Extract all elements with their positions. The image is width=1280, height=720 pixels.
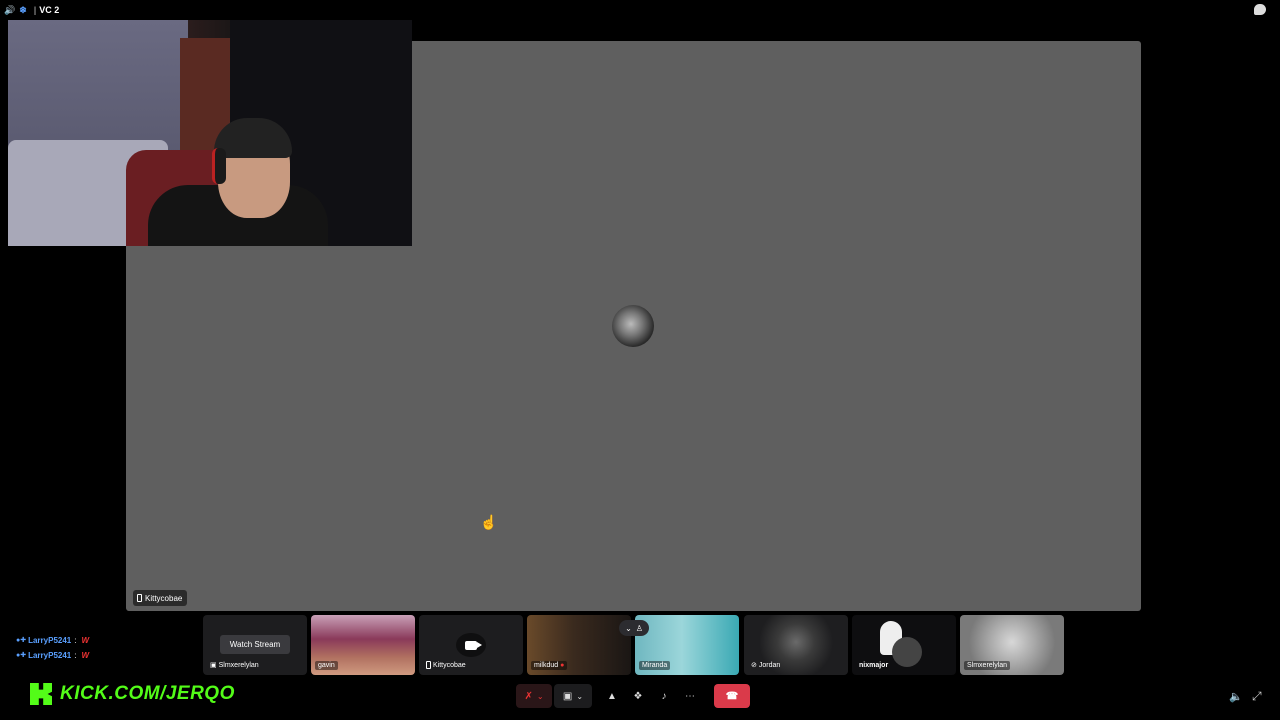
call-controls: ✗ ⌄ ▣ ⌄ ▲ ❖ ♪ ⋯ ☎: [516, 683, 750, 709]
people-icon: ♙: [635, 623, 643, 633]
chat-text: W: [81, 636, 90, 645]
participant-name: ▣ Slmxerelylan: [210, 661, 259, 670]
speaker-avatar: [612, 305, 654, 347]
share-screen-button[interactable]: ▲: [600, 684, 624, 708]
title-bar: 🔊 ❄ | VC 2: [0, 0, 1280, 20]
chat-bubble-icon[interactable]: [1254, 4, 1266, 15]
participant-tile-miranda[interactable]: Miranda: [635, 615, 739, 675]
participant-name: gavin: [315, 661, 338, 670]
participant-tile-nixmajor[interactable]: nixmajor: [852, 615, 956, 675]
participant-tile-milkdud[interactable]: milkdud ●: [527, 615, 631, 675]
deafened-icon: ⊘: [751, 662, 757, 669]
chat-username: LarryP5241: [28, 651, 72, 660]
stage-speaker-label: Kittycobae: [133, 590, 188, 606]
screen-share-icon: ▣: [210, 662, 217, 669]
mobile-icon: [426, 661, 431, 669]
hang-up-icon: ☎: [725, 690, 739, 702]
title-separator: |: [33, 5, 37, 15]
activity-icon: ❖: [633, 690, 643, 702]
streamer-webcam: [8, 20, 412, 246]
headset-icon: [212, 148, 226, 184]
avatar-blob: [892, 637, 922, 667]
more-icon: ⋯: [685, 690, 695, 702]
stream-chat: ●✚ LarryP5241 : W ●✚ LarryP5241 : W: [16, 633, 89, 663]
chat-username: LarryP5241: [28, 636, 72, 645]
chevron-down-icon: ⌄: [576, 691, 584, 701]
mute-microphone-button[interactable]: ✗ ⌄: [516, 684, 552, 708]
participant-name: ⊘ Jordan: [751, 661, 781, 670]
disconnect-button[interactable]: ☎: [714, 684, 750, 708]
chat-colon: :: [74, 636, 77, 645]
voice-channel-icon: ❄: [19, 4, 27, 15]
speaker-icon: 🔊: [4, 4, 16, 15]
screen-share-icon: ▲: [607, 690, 617, 702]
chat-colon: :: [74, 651, 77, 660]
participant-tile-gavin[interactable]: gavin: [311, 615, 415, 675]
chat-message: ●✚ LarryP5241 : W: [16, 648, 89, 663]
soundboard-button[interactable]: ♪: [652, 684, 676, 708]
chat-badge-icon: ●✚: [16, 637, 27, 644]
muted-icon: ●: [560, 662, 565, 669]
camera-off-icon: ▣: [562, 690, 573, 702]
participant-name: nixmajor: [859, 662, 889, 669]
more-options-button[interactable]: ⋯: [678, 684, 702, 708]
participant-name: Miranda: [639, 661, 671, 670]
stage-speaker-name: Kittycobae: [145, 593, 183, 603]
participant-tile-stream[interactable]: Watch Stream ▣ Slmxerelylan: [203, 615, 307, 675]
participant-name: milkdud ●: [531, 661, 568, 670]
chat-message: ●✚ LarryP5241 : W: [16, 633, 89, 648]
chat-text: W: [81, 651, 90, 660]
chevron-down-icon: ⌄: [536, 691, 544, 701]
kick-url: KICK.COM/JERQO: [60, 683, 235, 704]
watch-stream-button[interactable]: Watch Stream: [220, 635, 290, 654]
channel-name: VC 2: [39, 5, 60, 15]
camera-toggle-button[interactable]: ▣ ⌄: [554, 684, 592, 708]
kick-logo-icon: [30, 683, 52, 705]
mobile-icon: [137, 594, 142, 602]
participant-name: Kittycobae: [423, 660, 469, 670]
exit-fullscreen-icon[interactable]: ⤢: [1252, 689, 1262, 704]
volume-icon[interactable]: 🔈: [1229, 690, 1243, 703]
hand-cursor-icon: ☝: [480, 514, 498, 530]
activities-button[interactable]: ❖: [626, 684, 650, 708]
participant-tile-kittycobae[interactable]: Kittycobae: [419, 615, 523, 675]
participant-tile-slmxerelylan[interactable]: Slmxerelylan: [960, 615, 1064, 675]
chevron-down-icon: ⌄: [625, 623, 632, 633]
soundboard-icon: ♪: [661, 690, 667, 702]
discord-call-window: 🔊 ❄ | VC 2 Kittycobae Watch Stream ▣ Slm…: [0, 0, 1280, 720]
kick-watermark: KICK.COM/JERQO: [30, 683, 235, 705]
participant-name: Slmxerelylan: [964, 661, 1011, 670]
camera-icon: [456, 633, 486, 657]
participant-tile-jordan[interactable]: ⊘ Jordan: [744, 615, 848, 675]
participant-overflow-toggle[interactable]: ⌄ ♙: [619, 620, 649, 636]
chat-badge-icon: ●✚: [16, 652, 27, 659]
microphone-muted-icon: ✗: [524, 690, 533, 702]
